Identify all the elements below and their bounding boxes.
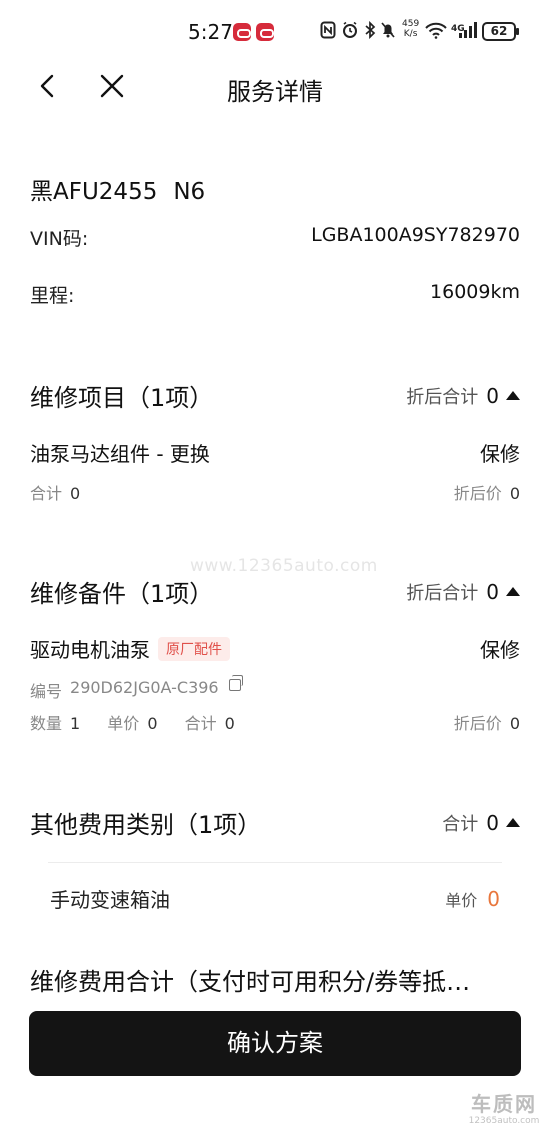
status-bar: 5:27 459 K/s 4G 62 [0, 0, 550, 62]
mileage-label: 里程: [30, 285, 75, 307]
alarm-icon [343, 21, 357, 38]
part-price-row: 数量 1 单价 0 合计 0 折后价 0 [30, 710, 520, 734]
vin-row: VIN码: LGBA100A9SY782970 [30, 224, 520, 251]
part-unit-price: 单价 0 [107, 714, 158, 733]
app-notification-icon [256, 23, 274, 41]
bluetooth-icon [365, 21, 376, 39]
item-name: 油泵马达组件 - 更换 [30, 442, 210, 466]
watermark: www.12365auto.com [190, 556, 378, 576]
repair-items-header[interactable]: 维修项目（1项） 折后合计 0 [30, 378, 520, 413]
section-total: 折后合计 0 [406, 579, 520, 605]
battery-indicator: 62 [482, 22, 519, 41]
item-type: 保修 [480, 442, 520, 466]
copy-icon[interactable] [228, 675, 243, 691]
other-fees-header[interactable]: 其他费用类别（1项） 合计 0 [30, 805, 520, 840]
part-name: 驱动电机油泵 [30, 638, 150, 662]
item-type: 保修 [480, 638, 520, 662]
wifi-icon [425, 22, 447, 39]
section-title: 维修项目（1项） [30, 384, 214, 412]
part-code: 290D62JG0A-C396 [70, 678, 219, 697]
status-time: 5:27 [188, 20, 233, 44]
divider [48, 862, 502, 863]
caret-up-icon[interactable] [506, 391, 520, 400]
caret-up-icon[interactable] [506, 818, 520, 827]
part-quantity: 数量 1 [30, 714, 81, 733]
list-item: 驱动电机油泵 原厂配件 保修 [30, 634, 520, 663]
fee-summary-title: 维修费用合计（支付时可用积分/券等抵… [30, 968, 471, 996]
mute-icon [381, 22, 395, 38]
page-header: 服务详情 [0, 62, 550, 112]
fee-name: 手动变速箱油 [50, 888, 170, 912]
section-total: 折后合计 0 [406, 383, 520, 409]
page-title: 服务详情 [227, 78, 323, 106]
mileage-value: 16009km [430, 281, 520, 303]
repair-parts-header[interactable]: 维修备件（1项） 折后合计 0 [30, 574, 520, 609]
item-subtotal: 合计 0 [30, 484, 81, 503]
license-plate: 黑AFU2455 [30, 179, 158, 205]
section-total: 合计 0 [442, 810, 520, 836]
part-discount-price: 折后价 0 [453, 714, 520, 733]
original-part-badge: 原厂配件 [158, 636, 230, 661]
app-notification-icon [233, 23, 251, 41]
section-title: 维修备件（1项） [30, 580, 214, 608]
list-item: 手动变速箱油 单价 0 [50, 884, 500, 913]
fee-unit-price: 单价 0 [445, 886, 500, 911]
confirm-plan-button[interactable]: 确认方案 [29, 1011, 521, 1076]
caret-up-icon[interactable] [506, 587, 520, 596]
mileage-row: 里程: 16009km [30, 281, 520, 308]
part-code-row: 编号 290D62JG0A-C396 [30, 675, 520, 702]
vin-value: LGBA100A9SY782970 [311, 224, 520, 246]
network-speed: 459 K/s [402, 19, 420, 39]
nfc-icon [320, 21, 336, 39]
item-subtotal-row: 合计 0 折后价 0 [30, 480, 520, 504]
vehicle-plate-row: 黑AFU2455 N6 [30, 172, 205, 206]
site-logo: 车质网 12365auto.com [468, 1092, 540, 1126]
list-item: 油泵马达组件 - 更换 保修 [30, 438, 520, 467]
part-subtotal: 合计 0 [184, 714, 235, 733]
item-discount-price: 折后价 0 [453, 484, 520, 503]
signal-icon [459, 22, 477, 38]
vin-label: VIN码: [30, 228, 89, 250]
vehicle-model: N6 [173, 179, 206, 205]
section-title: 其他费用类别（1项） [30, 811, 262, 839]
